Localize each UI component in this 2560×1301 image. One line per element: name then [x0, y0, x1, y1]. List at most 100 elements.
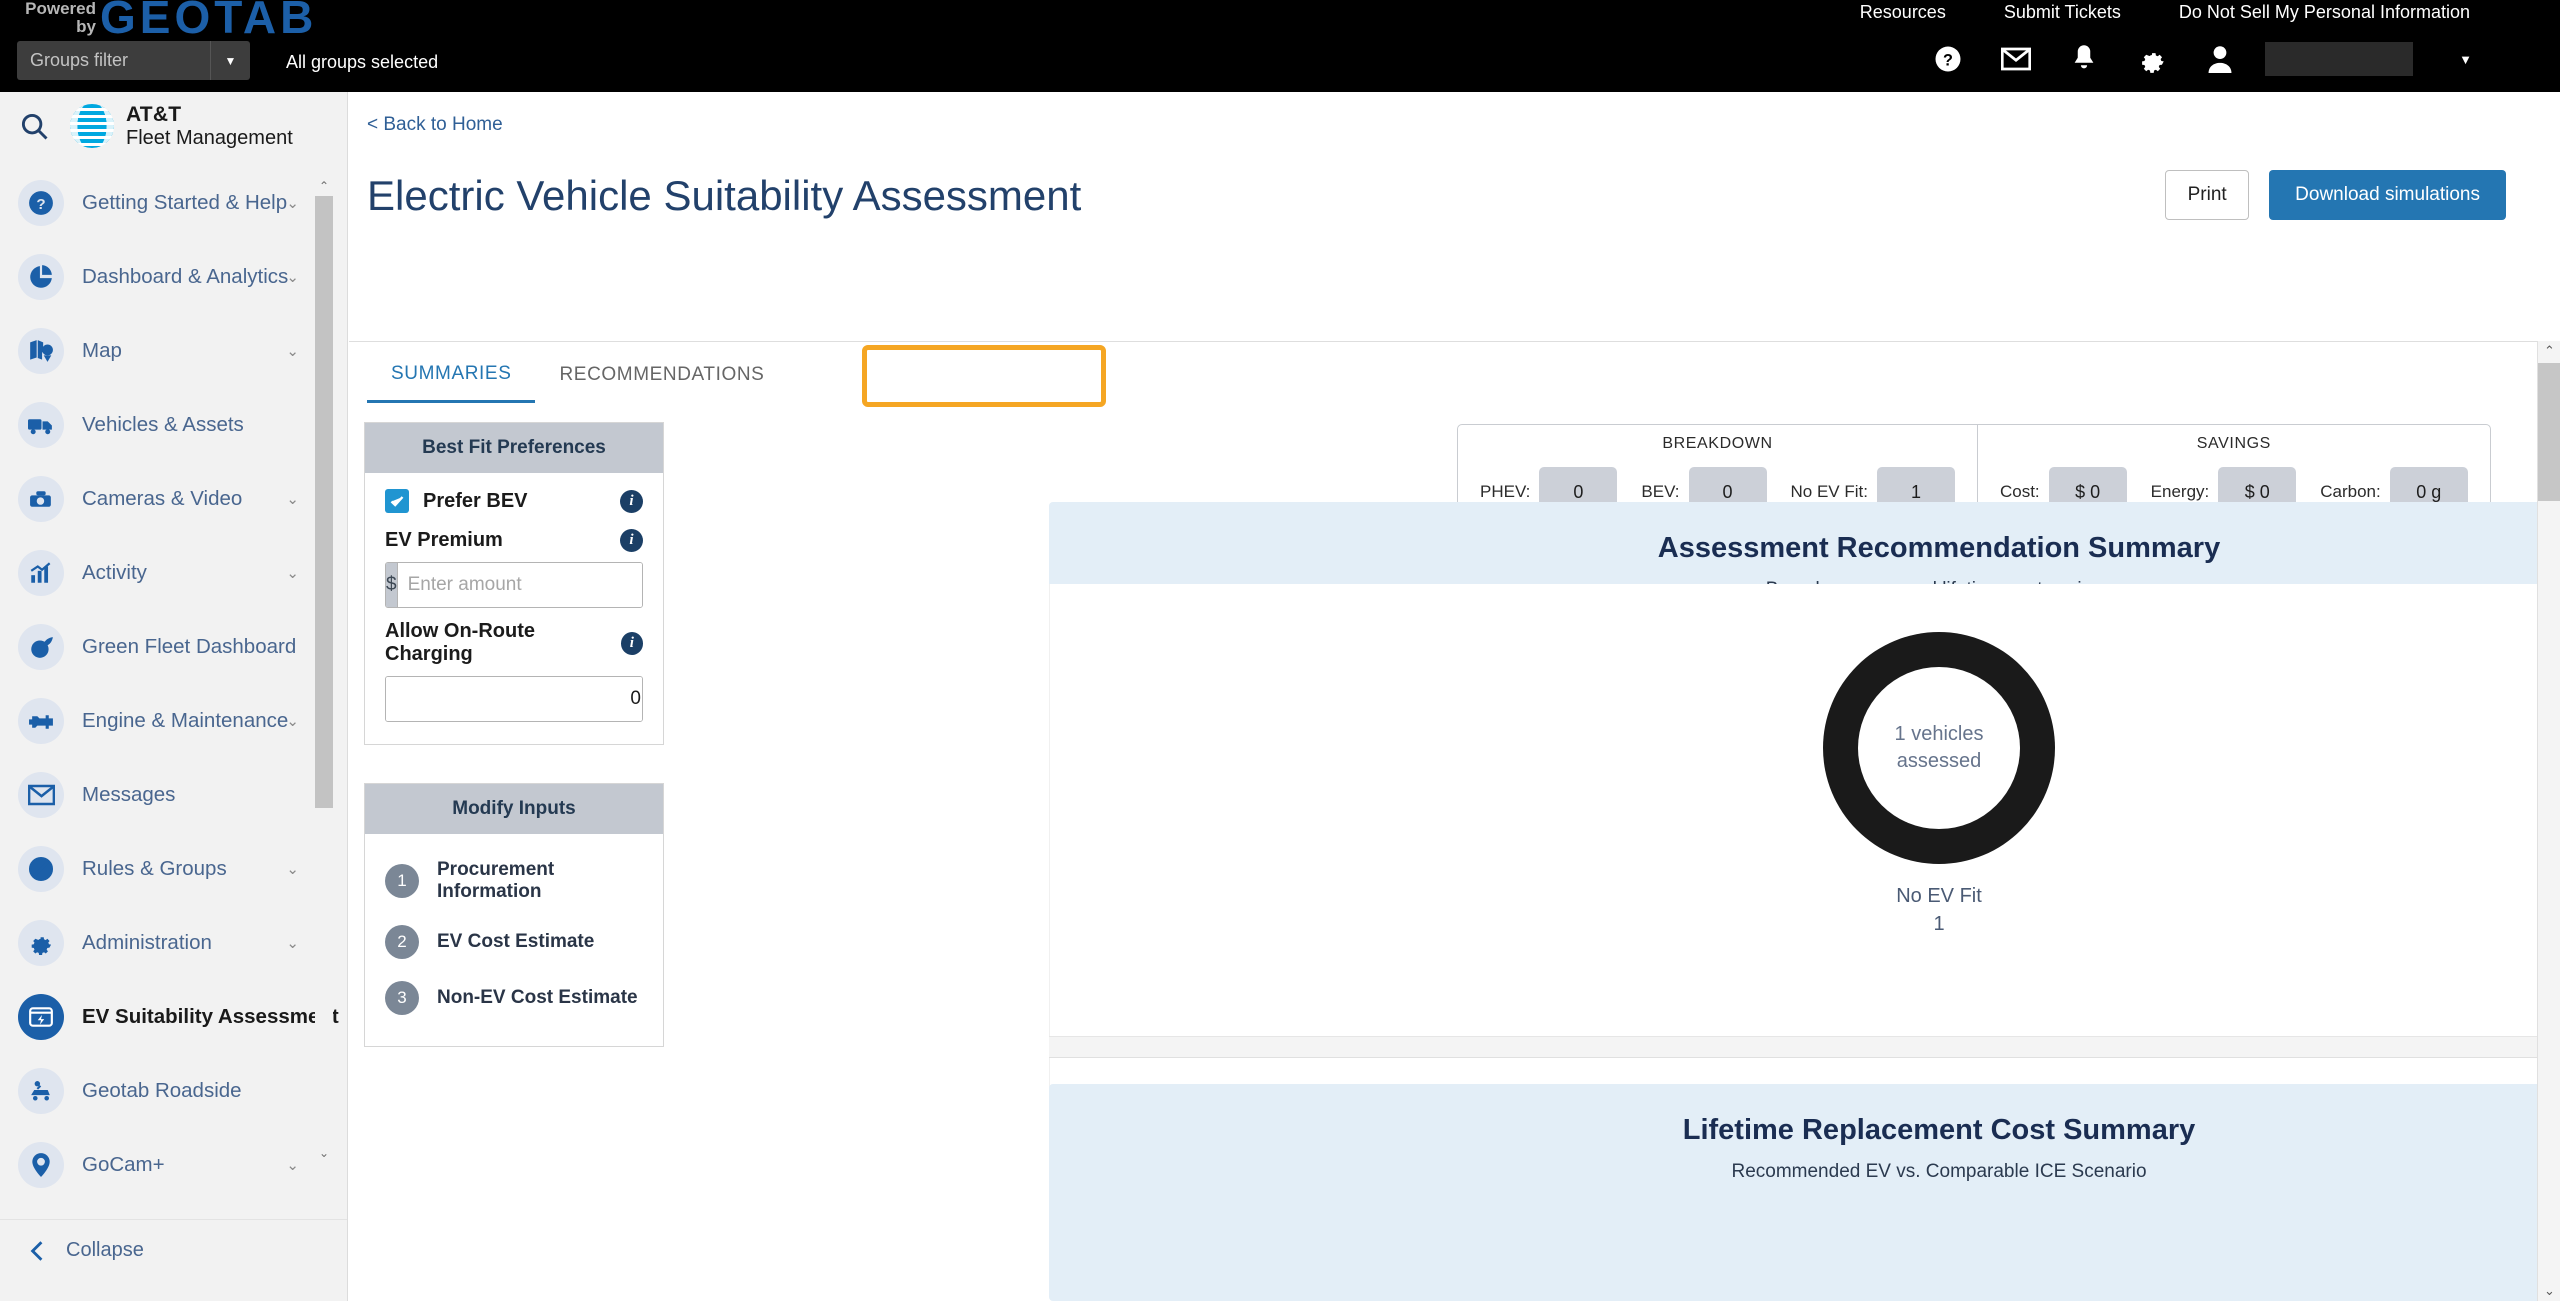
info-icon[interactable]: i: [620, 489, 643, 513]
donut-center-label: 1 vehicles assessed: [1858, 667, 2020, 829]
tab-summaries[interactable]: SUMMARIES: [367, 347, 536, 403]
mail-icon[interactable]: [1999, 42, 2033, 76]
user-icon[interactable]: [2203, 42, 2237, 76]
on-route-charging-row: Allow On-Route Charging i: [385, 620, 643, 666]
sidebar-scroll-thumb[interactable]: [315, 196, 333, 808]
donut-legend: No EV Fit 1: [1823, 882, 2055, 938]
chevron-down-icon[interactable]: ⌄: [286, 268, 299, 286]
sidebar-item-map[interactable]: Map ⌄: [0, 314, 347, 388]
chevron-down-icon[interactable]: ⌄: [286, 342, 299, 360]
bell-icon[interactable]: [2067, 42, 2101, 76]
info-icon[interactable]: i: [620, 631, 643, 655]
header-actions: Print Download simulations: [2165, 170, 2506, 220]
geotab-logo: GEOTAB: [100, 0, 318, 43]
step-number: 2: [385, 925, 419, 959]
link-resources[interactable]: Resources: [1860, 2, 1946, 23]
best-fit-preferences-card: Best Fit Preferences Prefer BEV i EV Pre…: [364, 422, 664, 745]
scroll-up-icon[interactable]: ⌃: [315, 178, 333, 194]
print-button[interactable]: Print: [2165, 170, 2250, 220]
modify-input-step-ev-cost[interactable]: 2 EV Cost Estimate: [385, 914, 643, 970]
sidebar-item-label: Cameras & Video: [82, 487, 243, 510]
sidebar-item-messages[interactable]: Messages: [0, 758, 347, 832]
prohibit-icon: [18, 846, 64, 892]
scroll-up-icon[interactable]: ⌃: [2538, 341, 2560, 361]
main-scroll-thumb[interactable]: [2538, 363, 2560, 501]
help-icon[interactable]: ?: [1931, 42, 1965, 76]
chevron-down-icon[interactable]: ▼: [2459, 52, 2472, 67]
scroll-down-icon[interactable]: ⌄: [315, 1145, 333, 1161]
roadside-icon: [18, 1068, 64, 1114]
panel-title: Lifetime Replacement Cost Summary: [1682, 1114, 2196, 1146]
sidebar-item-rules-groups[interactable]: Rules & Groups ⌄: [0, 832, 347, 906]
sidebar-nav-list: ? Getting Started & Help ⌄ Dashboard & A…: [0, 166, 347, 1202]
sidebar-item-label: Vehicles & Assets: [82, 413, 244, 436]
collapse-label: Collapse: [66, 1239, 144, 1261]
question-circle-icon: ?: [18, 180, 64, 226]
envelope-icon: [18, 772, 64, 818]
chevron-down-icon[interactable]: ▼: [210, 41, 250, 80]
back-to-home-link[interactable]: < Back to Home: [367, 114, 503, 136]
sidebar-item-green-fleet[interactable]: Green Fleet Dashboard: [0, 610, 347, 684]
kpi-label: Energy:: [2150, 482, 2210, 501]
sidebar-item-vehicles-assets[interactable]: Vehicles & Assets: [0, 388, 347, 462]
sidebar-item-dashboard[interactable]: Dashboard & Analytics ⌄: [0, 240, 347, 314]
map-pin-icon: [18, 328, 64, 374]
tab-recommendations-highlight: [862, 345, 1106, 407]
kpi-label: No EV Fit:: [1790, 482, 1868, 501]
ev-premium-row: EV Premium i: [385, 529, 643, 552]
ev-premium-input[interactable]: [397, 563, 642, 607]
chevron-down-icon[interactable]: ⌄: [286, 194, 299, 212]
truck-icon: [18, 402, 64, 448]
bar-chart-icon: [18, 550, 64, 596]
chevron-down-icon[interactable]: ⌄: [286, 490, 299, 508]
sidebar-item-gocam-plus[interactable]: GoCam+ ⌄: [0, 1128, 347, 1202]
search-icon[interactable]: [12, 111, 56, 141]
section-divider: [1049, 1036, 2560, 1058]
topbar-links: Resources Submit Tickets Do Not Sell My …: [1860, 2, 2470, 23]
modify-input-step-non-ev-cost[interactable]: 3 Non-EV Cost Estimate: [385, 970, 643, 1026]
donut-center-line1: 1 vehicles: [1894, 723, 1984, 745]
chevron-down-icon[interactable]: ⌄: [286, 860, 299, 878]
prefer-bev-row: Prefer BEV i: [385, 489, 643, 513]
sidebar: AT&T Fleet Management ? Getting Started …: [0, 92, 348, 1301]
sidebar-item-administration[interactable]: Administration ⌄: [0, 906, 347, 980]
config-column: Best Fit Preferences Prefer BEV i EV Pre…: [364, 422, 664, 1047]
sidebar-item-label: Activity: [82, 561, 147, 584]
sidebar-item-label: EV Suitability Assessment: [82, 1005, 339, 1028]
info-icon[interactable]: i: [620, 529, 643, 552]
sidebar-item-cameras-video[interactable]: Cameras & Video ⌄: [0, 462, 347, 536]
gocam-icon: [18, 1142, 64, 1188]
chevron-down-icon[interactable]: ⌄: [286, 1156, 299, 1174]
modify-input-step-procurement[interactable]: 1 Procurement Information: [385, 848, 643, 914]
gear-icon[interactable]: [2135, 42, 2169, 76]
on-route-charging-input[interactable]: [386, 677, 642, 721]
sidebar-item-geotab-roadside[interactable]: Geotab Roadside: [0, 1054, 347, 1128]
sidebar-scrollbar[interactable]: ⌃ ⌄: [315, 178, 333, 1161]
scroll-down-icon[interactable]: ⌄: [2538, 1281, 2560, 1301]
main-scrollbar[interactable]: ⌃ ⌄: [2537, 341, 2560, 1301]
ev-premium-input-group: $ ⌃⌄: [385, 562, 643, 608]
groups-filter-dropdown[interactable]: Groups filter ▼: [17, 41, 250, 80]
sidebar-item-getting-started[interactable]: ? Getting Started & Help ⌄: [0, 166, 347, 240]
user-name-field: [2265, 42, 2414, 76]
svg-text:?: ?: [1943, 51, 1953, 69]
link-do-not-sell[interactable]: Do Not Sell My Personal Information: [2179, 2, 2470, 23]
svg-text:?: ?: [36, 196, 45, 213]
sidebar-collapse-button[interactable]: Collapse: [0, 1219, 347, 1281]
step-label: Procurement Information: [437, 859, 555, 902]
download-simulations-button[interactable]: Download simulations: [2269, 170, 2506, 220]
chevron-down-icon[interactable]: ⌄: [286, 712, 299, 730]
prefer-bev-checkbox[interactable]: [385, 489, 409, 513]
step-number: 3: [385, 981, 419, 1015]
link-submit-tickets[interactable]: Submit Tickets: [2004, 2, 2121, 23]
sidebar-item-engine-maintenance[interactable]: Engine & Maintenance ⌄: [0, 684, 347, 758]
sidebar-item-ev-suitability-assessment[interactable]: EV Suitability Assessment: [0, 980, 347, 1054]
kpi-label: BEV:: [1641, 482, 1680, 501]
chevron-down-icon[interactable]: ⌄: [286, 564, 299, 582]
sidebar-item-label: Dashboard & Analytics: [82, 265, 289, 288]
chevron-down-icon[interactable]: ⌄: [286, 934, 299, 952]
tab-recommendations[interactable]: RECOMMENDATIONS: [535, 347, 788, 403]
sidebar-header: AT&T Fleet Management: [0, 92, 347, 160]
top-black-bar: Powered by GEOTAB Resources Submit Ticke…: [0, 0, 2560, 92]
sidebar-item-activity[interactable]: Activity ⌄: [0, 536, 347, 610]
